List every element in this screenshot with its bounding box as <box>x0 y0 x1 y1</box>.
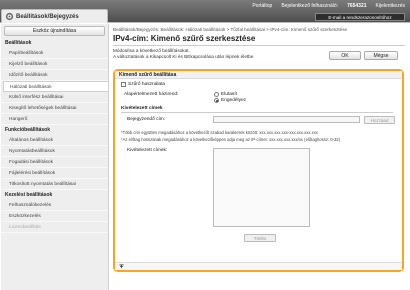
sidebar-item-file-access[interactable]: Fájlelérési beállítások <box>1 168 108 179</box>
panel-footer <box>115 262 402 270</box>
sidebar-item-display[interactable]: Kijelző beállítások <box>1 59 108 70</box>
title-divider <box>113 45 405 46</box>
radio-allow-label: Engedélyez <box>221 98 247 103</box>
sidebar-section-settings: Beállítások <box>5 40 32 46</box>
top-links: Portáltop Bejelentkező felhasználó: 7654… <box>252 3 405 9</box>
main-content: Beállítások/Bejegyzés: Beállítások: Háló… <box>110 24 408 290</box>
sidebar-item-paper[interactable]: Papírbeállítások <box>1 48 108 59</box>
app-title: Beállítások/Bejegyzés <box>16 13 79 20</box>
ok-button[interactable]: OK <box>329 51 361 60</box>
sidebar-item-license[interactable]: Licencbeállítás <box>1 222 108 233</box>
address-label: Bejegyzendő cím: <box>127 117 166 122</box>
exception-divider <box>121 112 393 113</box>
cancel-button[interactable]: Mégse <box>364 51 398 60</box>
logged-in-user-label: Bejelentkező felhasználó: <box>281 3 339 9</box>
page-title: IPv4-cím: Kimenő szűrő szerkesztése <box>113 34 256 43</box>
radio-reject[interactable] <box>214 92 219 97</box>
radio-reject-row: Elutasít <box>214 92 237 97</box>
delete-button[interactable]: Törlés <box>244 234 276 242</box>
logout-link[interactable]: Kijelentkezés <box>376 3 405 9</box>
sidebar-item-general[interactable]: Általános beállítások <box>1 135 108 146</box>
breadcrumb[interactable]: Beállítások/Bejegyzés: Beállítások: Háló… <box>113 27 347 32</box>
logged-in-user-id: 7654321 <box>347 3 367 9</box>
sidebar-item-volume[interactable]: Hangerő <box>1 114 108 125</box>
sidebar-item-secure-print[interactable]: Titkosított nyomtatás beállításai <box>1 179 108 190</box>
outbound-filter-panel: Kimenő szűrő beállítása Szűrő használata… <box>113 69 404 272</box>
use-filter-row: Szűrő használata <box>121 82 165 87</box>
portal-top-link[interactable]: Portáltop <box>252 3 272 9</box>
prefix-note: *Az előtag hosszának megadásához a követ… <box>121 137 341 142</box>
scroll-top-icon[interactable] <box>119 264 124 269</box>
radio-reject-label: Elutasít <box>221 92 237 97</box>
sidebar-item-user-management[interactable]: Felhasználókezelés <box>1 200 108 211</box>
settings-icon <box>5 12 14 21</box>
excluded-addresses-label: Kivételezett címek: <box>127 148 168 153</box>
sidebar-item-external-interface[interactable]: Külső interfész beállításai <box>1 92 108 103</box>
default-policy-label: Alapértelmezett házirend: <box>124 92 179 97</box>
restart-device-button[interactable]: Eszköz újraindítása <box>4 26 105 36</box>
sidebar-item-print[interactable]: Nyomtatásbeállítások <box>1 146 108 157</box>
sidebar-section-functions: Funkcióbeállítások <box>5 127 51 133</box>
use-filter-checkbox[interactable] <box>121 82 126 87</box>
top-bar: Beállítások/Bejegyzés Portáltop Bejelent… <box>0 0 410 23</box>
use-filter-label: Szűrő használata <box>128 82 166 87</box>
description-line-2: A változtatások a Kikapcsolt Ki és BEkap… <box>113 54 254 59</box>
add-button[interactable]: Hozzáad <box>364 116 395 124</box>
sidebar-item-accessibility[interactable]: Kisegítő lehetőségek beállításai <box>1 103 108 114</box>
excluded-addresses-list[interactable] <box>213 148 310 227</box>
email-admin-button[interactable]: E-mail a rendszerazonosítóhoz <box>315 13 405 21</box>
sidebar-item-receive[interactable]: Fogadási beállítások <box>1 157 108 168</box>
exception-heading: Kivételezett címek <box>121 106 163 111</box>
app-title-tab: Beállítások/Bejegyzés <box>1 9 108 23</box>
sidebar-item-device-management[interactable]: Eszközkezelés <box>1 211 108 222</box>
radio-allow-row: Engedélyez <box>214 98 246 103</box>
sidebar-section-manage: Kezelési beállítások <box>5 192 53 198</box>
sidebar-item-timer[interactable]: Időzítő beállítások <box>1 70 108 81</box>
page-description: Módosítsa a következő beállításokat. A v… <box>113 48 253 60</box>
sidebar: Eszköz újraindítása Beállítások Papírbeá… <box>1 24 109 290</box>
panel-header: Kimenő szűrő beállítása <box>115 71 402 79</box>
range-note: *Több cím együttes megadásához a követke… <box>121 130 318 135</box>
radio-allow[interactable] <box>214 98 219 103</box>
sidebar-item-network[interactable]: Hálózati beállítások <box>3 81 108 92</box>
address-input[interactable] <box>213 116 360 123</box>
